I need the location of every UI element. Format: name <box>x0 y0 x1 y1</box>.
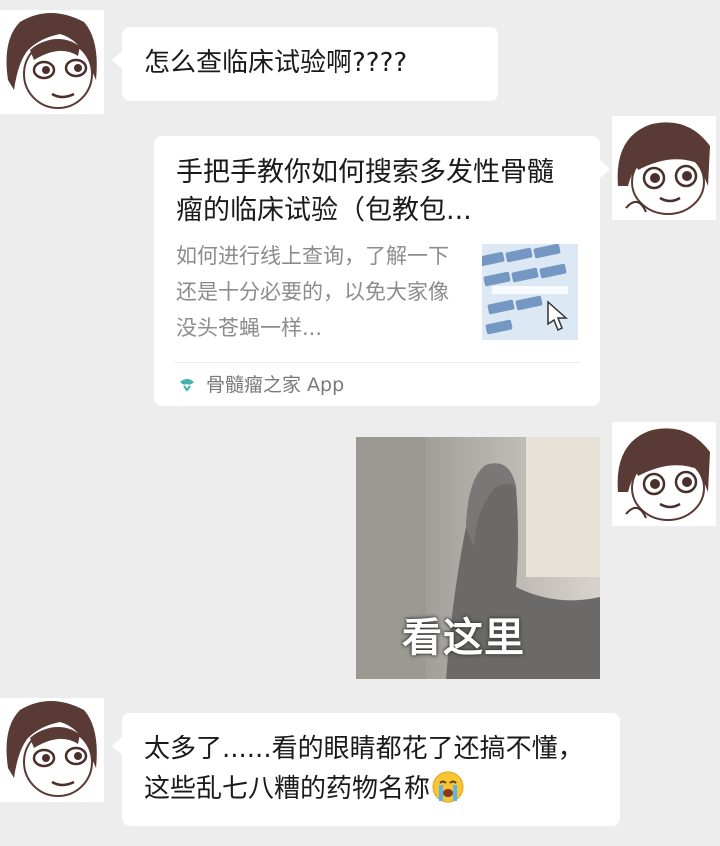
message-bubble-1[interactable]: 怎么查临床试验啊???? <box>112 27 498 101</box>
avatar-left-2[interactable] <box>0 698 104 802</box>
share-app-icon <box>178 374 196 392</box>
link-card[interactable]: 手把手教你如何搜索多发性骨髓瘤的临床试验（包教包... 如何进行线上查询，了解一… <box>154 136 610 406</box>
link-card-description: 如何进行线上查询，了解一下还是十分必要的，以免大家像没头苍蝇一样... <box>176 244 449 340</box>
message-bubble-4[interactable]: 太多了......看的眼睛都花了还搞不懂，这些乱七八糟的药物名称 <box>112 713 620 826</box>
message-text-1: 怎么查临床试验啊???? <box>144 48 408 78</box>
crying-face-icon <box>432 771 464 803</box>
link-card-divider <box>174 362 580 363</box>
avatar-right-2[interactable] <box>612 422 716 526</box>
message-text-4: 太多了......看的眼睛都花了还搞不懂，这些乱七八糟的药物名称 <box>144 729 584 809</box>
sticker-image[interactable]: 看这里 <box>356 437 600 679</box>
link-card-source: 骨髓瘤之家 App <box>206 374 345 396</box>
message-text-4-content: 太多了......看的眼睛都花了还搞不懂，这些乱七八糟的药物名称 <box>144 734 584 804</box>
avatar-left-1[interactable] <box>0 10 104 114</box>
link-card-thumbnail <box>482 244 578 340</box>
sticker-caption: 看这里 <box>402 615 525 661</box>
avatar-right-1[interactable] <box>612 116 716 220</box>
link-card-title: 手把手教你如何搜索多发性骨髓瘤的临床试验（包教包... <box>176 157 554 226</box>
